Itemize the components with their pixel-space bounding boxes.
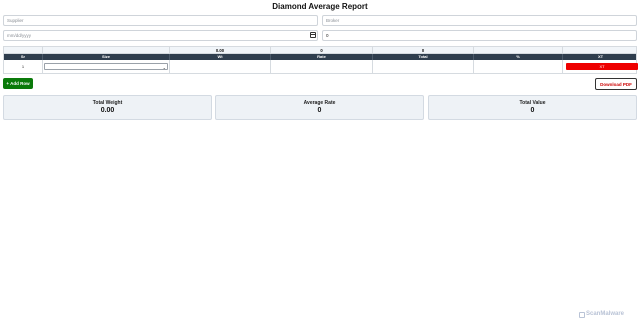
- summary-label: Total Weight: [92, 100, 123, 106]
- page-title: Diamond Average Report: [272, 2, 368, 11]
- date-input[interactable]: [3, 30, 318, 41]
- totals-cell-pct: [473, 47, 562, 53]
- chevron-down-icon: ⌄: [162, 64, 166, 70]
- row-total: [372, 60, 473, 73]
- row-size-cell: ⌄: [42, 60, 169, 73]
- supplier-input[interactable]: [3, 15, 318, 26]
- summary-value: 0.00: [100, 107, 115, 114]
- totals-cell-size: [42, 47, 169, 53]
- add-row-button[interactable]: + Add Row: [3, 78, 33, 89]
- summary-card-total-value: Total Value 0: [428, 95, 637, 120]
- watermark-text: ScanMalware: [586, 311, 625, 317]
- summary-card-average-rate: Average Rate 0: [215, 95, 424, 120]
- total-rate: 0: [270, 47, 372, 53]
- total-wt: 0.00: [169, 47, 270, 53]
- summary-value: 0: [317, 107, 322, 114]
- extra-input[interactable]: [322, 30, 637, 41]
- summary-label: Average Rate: [303, 100, 336, 106]
- row-wt-input[interactable]: [169, 60, 270, 73]
- diamond-table: 0.00 0 0 Sr Size Wt Rate Total % XT 1 ⌄ …: [3, 46, 638, 74]
- size-select[interactable]: ⌄: [44, 63, 168, 70]
- download-pdf-button[interactable]: Download PDF: [595, 78, 637, 90]
- table-row: 1 ⌄ XT: [4, 60, 638, 73]
- row-action-cell: XT: [562, 60, 638, 73]
- totals-cell-sr: [4, 47, 42, 53]
- row-pct: [473, 60, 562, 73]
- row-rate-input[interactable]: [270, 60, 372, 73]
- row-sr: 1: [21, 64, 25, 69]
- totals-row: 0.00 0 0: [4, 47, 636, 54]
- total-total: 0: [372, 47, 473, 53]
- summary-card-total-weight: Total Weight 0.00: [3, 95, 212, 120]
- summary-value: 0: [530, 107, 535, 114]
- summary-label: Total Value: [519, 100, 546, 106]
- totals-cell-action: [562, 47, 638, 53]
- calendar-icon[interactable]: [310, 32, 316, 38]
- delete-row-button[interactable]: XT: [566, 63, 638, 70]
- broker-input[interactable]: [322, 15, 637, 26]
